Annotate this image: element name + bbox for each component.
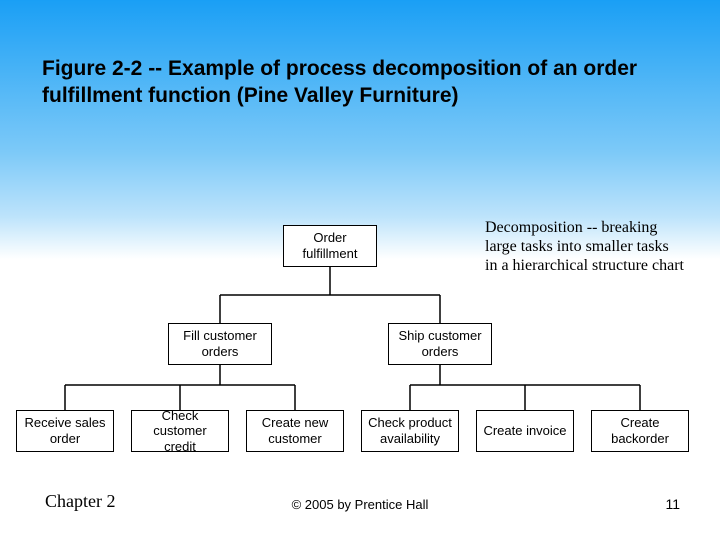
node-mid-0: Fill customer orders: [168, 323, 272, 365]
node-leaf-2: Create new customer: [246, 410, 344, 452]
node-leaf-1: Check customer credit: [131, 410, 229, 452]
node-leaf-0: Receive sales order: [16, 410, 114, 452]
node-leaf-3: Check product availability: [361, 410, 459, 452]
node-leaf-5: Create backorder: [591, 410, 689, 452]
figure-title: Figure 2-2 -- Example of process decompo…: [42, 55, 662, 110]
node-mid-1: Ship customer orders: [388, 323, 492, 365]
slide: Figure 2-2 -- Example of process decompo…: [0, 0, 720, 540]
footer-copyright: © 2005 by Prentice Hall: [0, 497, 720, 512]
node-root: Order fulfillment: [283, 225, 377, 267]
hierarchy-chart: Order fulfillment Fill customer orders S…: [10, 225, 710, 475]
footer-page-number: 11: [665, 496, 680, 512]
node-leaf-4: Create invoice: [476, 410, 574, 452]
